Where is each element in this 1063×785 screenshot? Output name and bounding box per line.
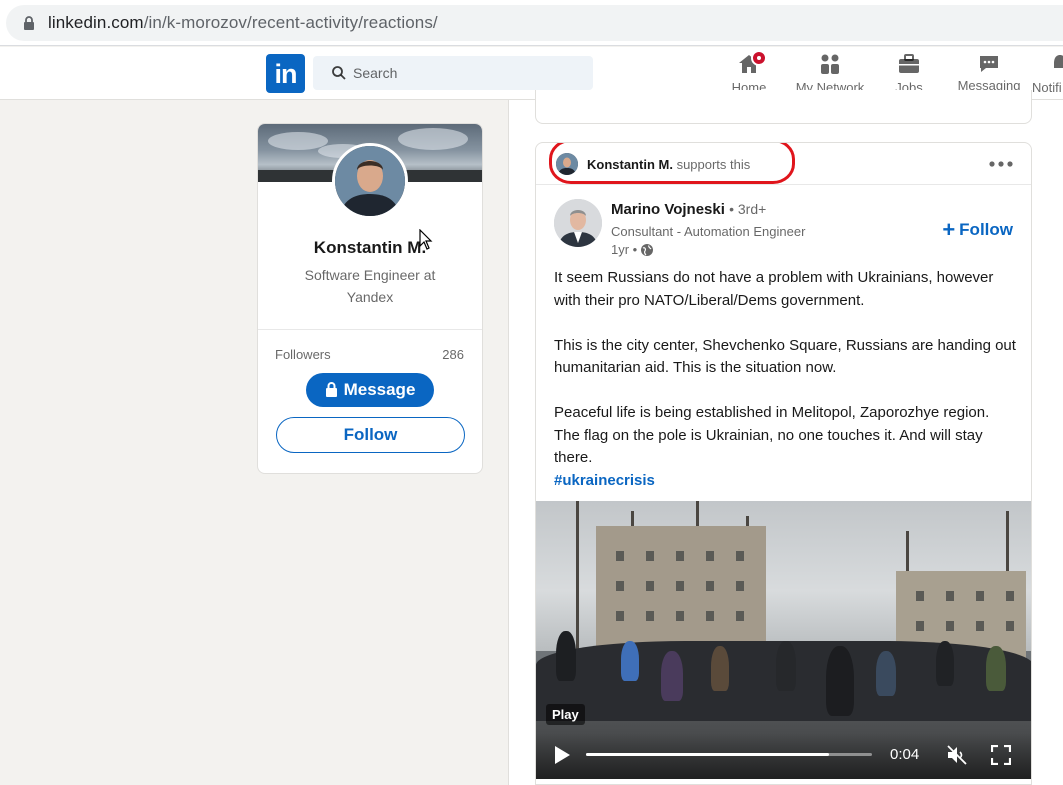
- url-field[interactable]: linkedin.com/in/k-morozov/recent-activit…: [6, 5, 1063, 41]
- post-paragraph: It seem Russians do not have a problem w…: [554, 269, 994, 309]
- url-path: /in/k-morozov/recent-activity/reactions/: [143, 13, 438, 32]
- author-degree: • 3rd+: [729, 201, 767, 217]
- followers-label: Followers: [275, 347, 331, 362]
- follow-author-button[interactable]: + Follow: [942, 217, 1013, 243]
- reaction-header: Konstantin M. supports this: [536, 143, 1031, 185]
- home-notification-badge: [751, 50, 767, 66]
- profile-photo: [335, 146, 405, 216]
- nav-notifications-label: Notifi: [1032, 80, 1062, 95]
- lock-icon: [325, 382, 337, 397]
- message-button[interactable]: Message: [306, 373, 434, 407]
- profile-card: Konstantin M. Software Engineer at Yande…: [257, 123, 483, 474]
- chat-icon: [980, 56, 998, 72]
- video-progress-fill: [586, 753, 830, 756]
- video-time: 0:04: [890, 746, 920, 763]
- author-name-text: Marino Vojneski: [611, 201, 725, 218]
- highlight-annotation: [549, 143, 795, 184]
- post-paragraph: Peaceful life is being established in Me…: [554, 404, 990, 466]
- followers-count: 286: [442, 347, 464, 362]
- card-divider: [258, 329, 482, 330]
- lock-icon[interactable]: [22, 16, 36, 30]
- url-text[interactable]: linkedin.com/in/k-morozov/recent-activit…: [48, 13, 438, 33]
- author-headline: Consultant - Automation Engineer: [611, 224, 806, 239]
- author-photo: [554, 199, 602, 247]
- profile-name[interactable]: Konstantin M.: [258, 238, 482, 258]
- post-timestamp: 1yr •: [611, 242, 654, 257]
- avatar[interactable]: [332, 143, 408, 219]
- video-controls: 0:04: [536, 733, 1031, 779]
- bell-icon: [1054, 55, 1063, 68]
- post-time-text: 1yr •: [611, 242, 638, 257]
- fullscreen-icon[interactable]: [991, 745, 1011, 765]
- author-avatar[interactable]: [554, 199, 602, 247]
- network-icon: [821, 54, 839, 74]
- message-button-label: Message: [343, 380, 416, 399]
- previous-post-card: [535, 90, 1032, 124]
- video-play-label[interactable]: Play: [546, 704, 585, 725]
- profile-headline: Software Engineer at Yandex: [304, 267, 436, 305]
- nav-notifications[interactable]: Notifi: [1030, 47, 1063, 100]
- post-card: Konstantin M. supports this Marino Vojne…: [535, 142, 1032, 785]
- search-box[interactable]: [313, 56, 593, 90]
- globe-icon: [641, 244, 654, 256]
- video-progress-bar[interactable]: [586, 753, 872, 756]
- url-host: linkedin.com: [48, 13, 144, 32]
- follow-author-label: Follow: [959, 220, 1013, 239]
- mouse-cursor-icon: [419, 229, 433, 250]
- follow-button[interactable]: Follow: [276, 417, 465, 453]
- post-body: It seem Russians do not have a problem w…: [554, 267, 1016, 492]
- more-options-icon[interactable]: [987, 155, 1015, 173]
- plus-icon: +: [942, 217, 956, 242]
- search-input[interactable]: [353, 56, 583, 90]
- video-player[interactable]: Play 0:04: [536, 501, 1031, 779]
- author-name[interactable]: Marino Vojneski • 3rd+: [611, 201, 766, 218]
- hashtag-link[interactable]: #ukrainecrisis: [554, 470, 1016, 493]
- search-icon: [332, 66, 346, 80]
- linkedin-logo[interactable]: in: [266, 54, 305, 93]
- play-icon[interactable]: [552, 745, 572, 765]
- mute-icon[interactable]: [946, 744, 968, 766]
- browser-address-bar: linkedin.com/in/k-morozov/recent-activit…: [0, 0, 1063, 46]
- post-paragraph: This is the city center, Shevchenko Squa…: [554, 336, 1016, 377]
- briefcase-icon: [899, 54, 919, 73]
